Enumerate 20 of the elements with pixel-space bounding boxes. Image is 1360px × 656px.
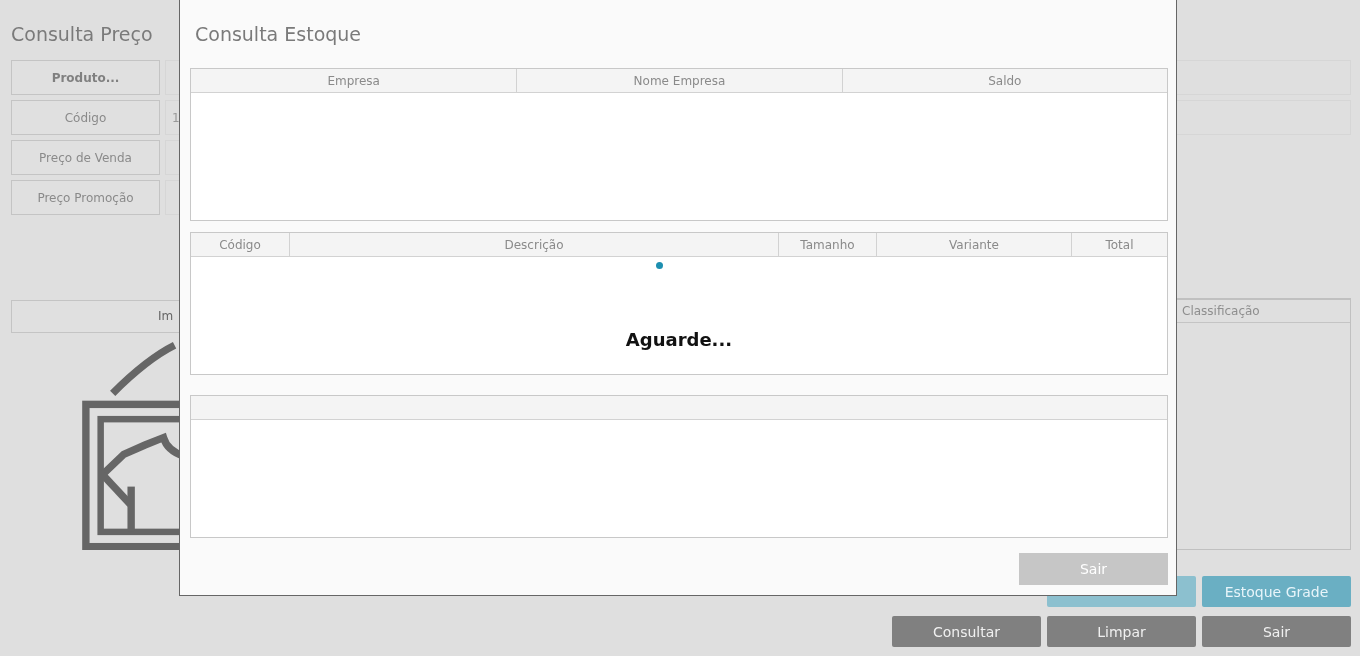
column-header: Empresa: [326, 72, 381, 90]
loading-message: Aguarde...: [625, 329, 733, 350]
field-label: Código: [11, 100, 160, 135]
product-search-button[interactable]: Produto...: [11, 60, 160, 95]
column-header: Descrição: [289, 233, 778, 256]
column-header: Tamanho: [778, 233, 876, 256]
action-button[interactable]: Consultar: [892, 616, 1041, 647]
action-button[interactable]: Limpar: [1047, 616, 1196, 647]
action-button[interactable]: Sair: [1202, 616, 1351, 647]
column-header: Total: [1071, 233, 1167, 256]
column-header: Nome Empresa: [516, 69, 842, 92]
column-header: Classificação: [1182, 304, 1260, 318]
action-button[interactable]: Estoque Grade: [1202, 576, 1351, 607]
column-header: Variante: [876, 233, 1071, 256]
page-title: Consulta Preço: [11, 23, 153, 45]
field-label: Preço de Venda: [11, 140, 160, 175]
column-header: Saldo: [841, 69, 1167, 92]
field-label: Preço Promoção: [11, 180, 160, 215]
dialog-title: Consulta Estoque: [194, 22, 363, 46]
column-header: Código: [218, 236, 262, 254]
